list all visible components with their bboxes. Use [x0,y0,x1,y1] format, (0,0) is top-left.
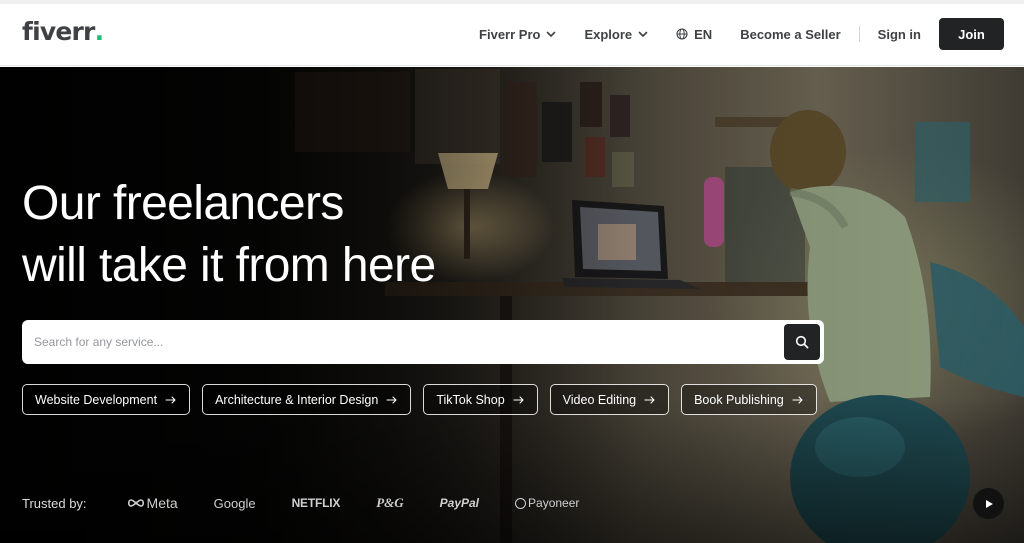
logo-text: fiverr [22,17,95,46]
hero-headline-line-2: will take it from here [22,239,436,292]
chevron-down-icon [547,31,556,37]
chip-website-development[interactable]: Website Development [22,384,191,415]
search-icon [795,335,809,349]
hero-bottom-gradient [0,397,1024,543]
nav-fiverr-pro-label: Fiverr Pro [479,26,541,42]
arrow-right-icon [644,395,655,404]
payoneer-logo-text: Payoneer [528,496,580,510]
join-button[interactable]: Join [939,18,1004,50]
arrow-right-icon [165,395,176,404]
hero-headline-line-1: Our freelancers [22,177,344,230]
chip-architecture-interior-design[interactable]: Architecture & Interior Design [202,384,412,415]
main-nav: Fiverr Pro Explore EN Become a Seller Si… [451,18,1004,50]
search-input[interactable] [34,335,774,349]
meta-infinity-icon [127,499,144,507]
popular-service-chips: Website Development Architecture & Inter… [22,384,817,415]
nav-become-seller[interactable]: Become a Seller [740,27,840,42]
top-navigation-bar: fiverr. Fiverr Pro Explore EN Become a S… [0,4,1024,66]
chip-label: Video Editing [562,392,637,407]
chip-tiktok-shop[interactable]: TikTok Shop [423,384,538,415]
nav-explore-label: Explore [584,26,633,42]
trusted-by-bar: Trusted by: Meta Google NETFLIX P&G PayP… [22,495,615,511]
arrow-right-icon [386,395,397,404]
trusted-by-label: Trusted by: [22,495,87,511]
chip-label: Website Development [35,392,158,407]
globe-icon [676,28,688,40]
payoneer-ring-icon [515,497,527,509]
hero-headline: Our freelancers will take it from here [22,173,436,297]
pg-logo: P&G [376,495,404,510]
play-icon [985,499,993,508]
netflix-logo: NETFLIX [291,496,341,510]
search-button[interactable] [784,324,820,360]
chip-video-editing[interactable]: Video Editing [549,384,670,415]
chevron-down-icon [638,31,648,37]
arrow-right-icon [792,395,803,404]
chip-book-publishing[interactable]: Book Publishing [681,384,817,415]
nav-sign-in-label: Sign in [877,26,921,42]
paypal-logo: PayPal [439,496,480,510]
meta-logo: Meta [127,495,178,511]
chip-label: TikTok Shop [436,392,505,407]
chip-label: Book Publishing [694,392,784,407]
payoneer-logo: Payoneer [515,496,579,510]
logo-dot: . [94,17,104,46]
nav-divider [858,26,860,42]
google-logo: Google [213,495,256,511]
video-play-button[interactable] [973,488,1004,519]
chip-label: Architecture & Interior Design [215,392,379,407]
nav-sign-in[interactable]: Sign in [878,27,921,42]
fiverr-logo[interactable]: fiverr. [22,17,104,46]
nav-become-seller-label: Become a Seller [740,26,841,42]
nav-fiverr-pro[interactable]: Fiverr Pro [479,27,556,42]
hero-section: Our freelancers will take it from here W… [0,67,1024,543]
search-bar [22,320,824,364]
meta-logo-text: Meta [146,495,178,511]
nav-language-label: EN [694,26,713,42]
nav-language[interactable]: EN [676,27,712,42]
nav-explore[interactable]: Explore [584,27,648,42]
arrow-right-icon [513,395,524,404]
